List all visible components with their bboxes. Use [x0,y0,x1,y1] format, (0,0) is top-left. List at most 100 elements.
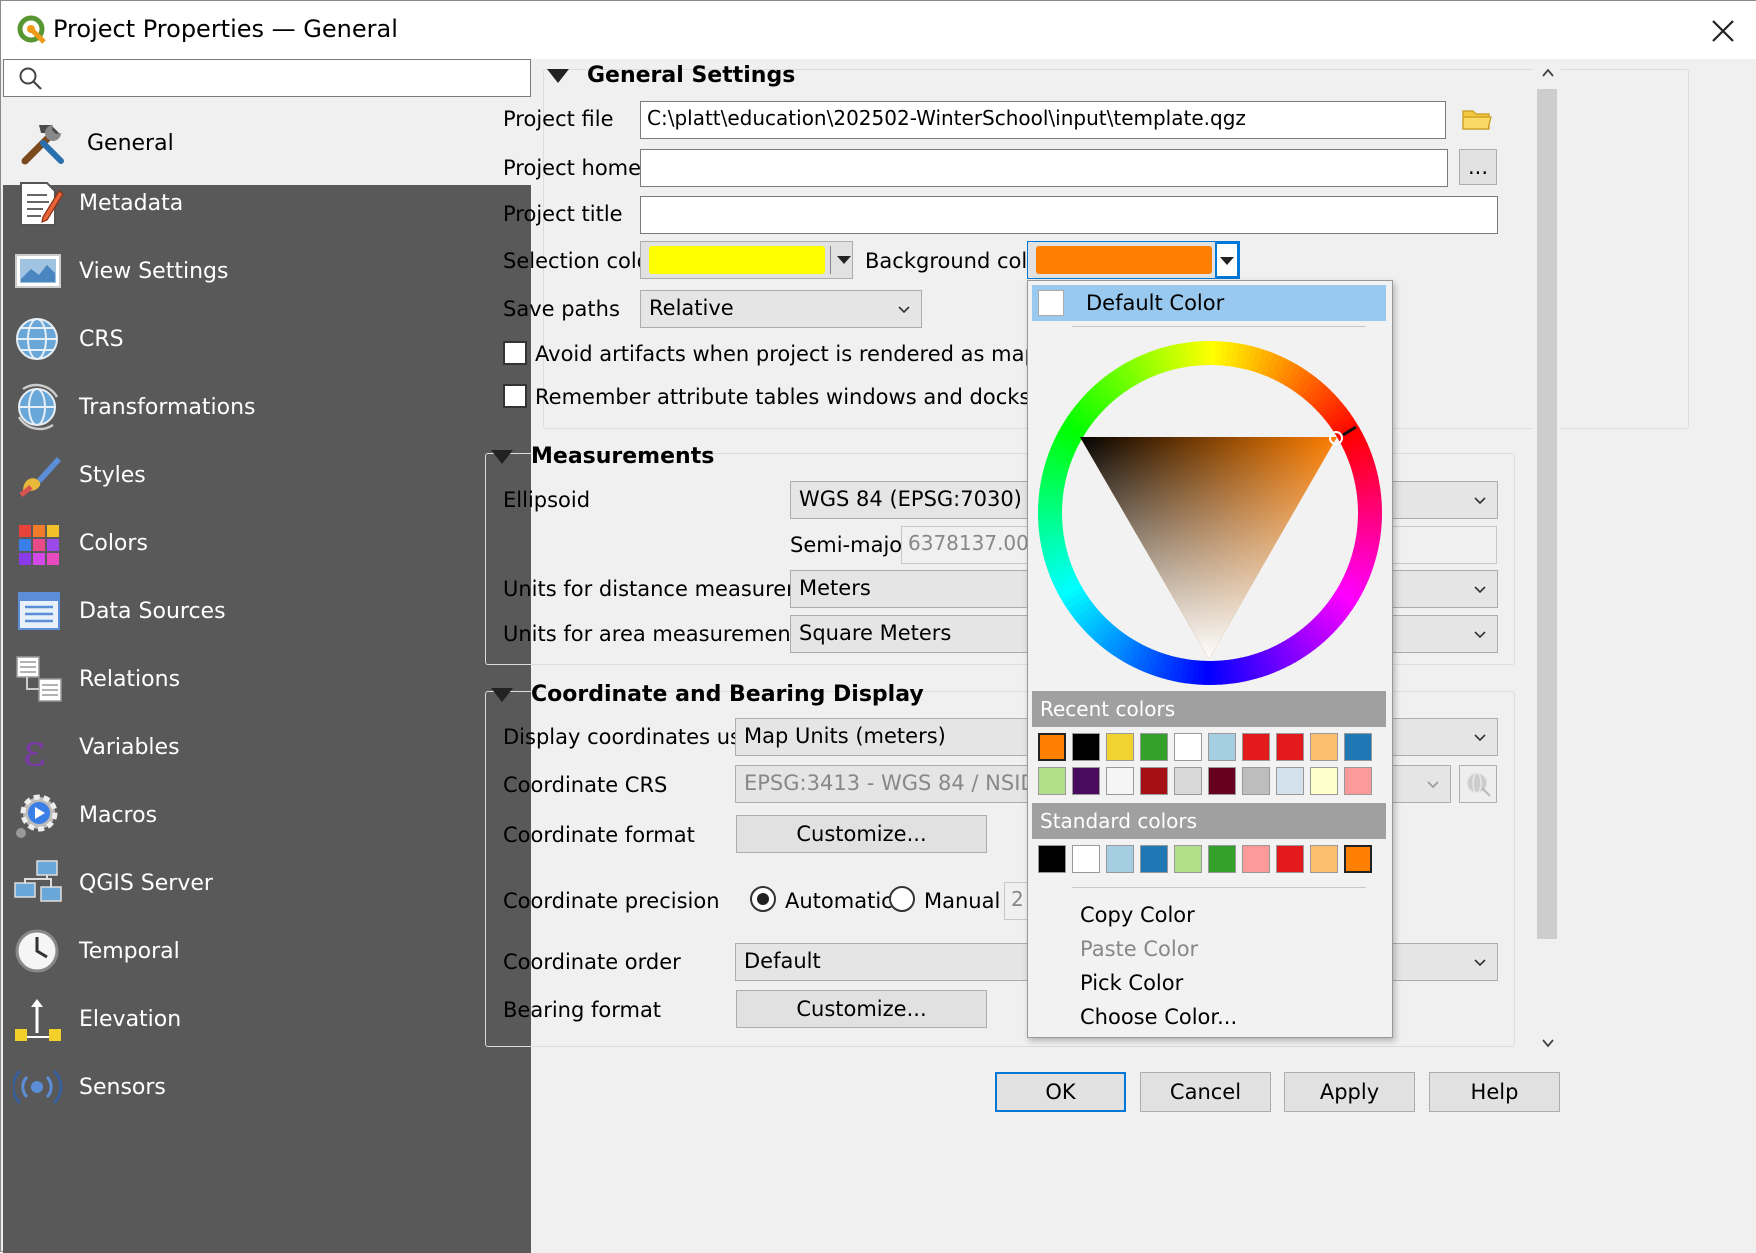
project-title-field[interactable] [640,196,1498,234]
color-swatch[interactable] [1106,767,1134,795]
precision-manual-radio[interactable] [889,886,915,912]
coordinate-format-label: Coordinate format [503,823,695,847]
sidebar-item-label: Temporal [79,938,180,964]
color-swatch[interactable] [1242,845,1270,873]
color-swatch[interactable] [1208,767,1236,795]
color-swatch[interactable] [1208,733,1236,761]
clock-icon [15,929,59,973]
precision-automatic-label: Automatic [785,889,893,913]
hammer-icon [21,125,64,165]
sidebar-item-label: Macros [79,802,158,828]
save-paths-select[interactable]: Relative [640,290,922,328]
choose-color-item[interactable]: Choose Color... [1080,1005,1237,1029]
collapse-triangle-icon [547,68,569,83]
coordinate-header[interactable]: Coordinate and Bearing Display [491,682,924,707]
folder-icon[interactable] [1461,105,1493,133]
cancel-button[interactable]: Cancel [1140,1072,1271,1112]
measurements-header[interactable]: Measurements [491,444,714,469]
search-box[interactable] [3,59,531,97]
color-swatch[interactable] [1038,733,1066,761]
default-color-item[interactable]: Default Color [1032,285,1386,321]
sidebar-item-label: View Settings [79,258,229,284]
color-swatch[interactable] [1276,733,1304,761]
color-wheel[interactable] [1038,341,1382,685]
remember-tables-checkbox[interactable] [503,384,527,408]
chevron-down-icon [1474,631,1486,639]
ok-button[interactable]: OK [995,1072,1126,1112]
sidebar-item-metadata[interactable]: Metadata [3,165,531,241]
close-icon[interactable] [1701,9,1745,53]
scroll-up-icon[interactable] [1541,67,1555,79]
background-color-dropdown-toggle[interactable] [1215,242,1239,278]
color-swatch[interactable] [1140,767,1168,795]
bearing-format-customize-button[interactable]: Customize... [736,990,987,1028]
search-input[interactable] [50,62,520,94]
color-swatch[interactable] [1174,767,1202,795]
background-color-button[interactable] [1027,241,1240,279]
sidebar-item-relations[interactable]: Relations [3,641,531,717]
pick-color-item[interactable]: Pick Color [1080,971,1183,995]
dropdown-arrow-icon [1220,257,1234,265]
sidebar-item-styles[interactable]: Styles [3,437,531,513]
sidebar-item-temporal[interactable]: Temporal [3,913,531,989]
save-paths-label: Save paths [503,297,620,321]
scroll-down-icon[interactable] [1541,1037,1555,1049]
coordinate-order-label: Coordinate order [503,950,681,974]
sidebar-item-view-settings[interactable]: View Settings [3,233,531,309]
sidebar-item-macros[interactable]: Macros [3,777,531,853]
sidebar-item-label: QGIS Server [79,870,213,896]
general-settings-header[interactable]: General Settings [547,63,795,88]
recent-colors-header: Recent colors [1032,691,1386,727]
vertical-scrollbar[interactable] [1533,59,1561,1059]
color-swatch[interactable] [1310,767,1338,795]
sidebar-item-data-sources[interactable]: Data Sources [3,573,531,649]
selection-color-button[interactable] [640,241,853,279]
color-swatch[interactable] [1140,733,1168,761]
help-button[interactable]: Help [1429,1072,1560,1112]
table-icon [18,592,60,630]
title-bar: Project Properties — General [1,1,1756,59]
color-swatch[interactable] [1106,733,1134,761]
color-swatch[interactable] [1344,733,1372,761]
color-swatch[interactable] [1072,845,1100,873]
color-swatch[interactable] [1276,767,1304,795]
color-swatch[interactable] [1140,845,1168,873]
sidebar-item-qgis-server[interactable]: QGIS Server [3,845,531,921]
color-swatch[interactable] [1344,767,1372,795]
sidebar-item-crs[interactable]: CRS [3,301,531,377]
color-swatch[interactable] [1174,733,1202,761]
color-swatch[interactable] [1106,845,1134,873]
color-swatch[interactable] [1276,845,1304,873]
color-swatch[interactable] [1174,845,1202,873]
color-swatch[interactable] [1072,767,1100,795]
precision-automatic-radio[interactable] [750,886,776,912]
background-color-label: Background color [865,249,1049,273]
color-swatch[interactable] [1242,733,1270,761]
sidebar-item-elevation[interactable]: Elevation [3,981,531,1057]
sidebar-item-sensors[interactable]: Sensors [3,1049,531,1125]
coordinate-format-customize-button[interactable]: Customize... [736,815,987,853]
copy-color-item[interactable]: Copy Color [1080,903,1195,927]
default-color-swatch [1038,290,1064,316]
sidebar-item-colors[interactable]: Colors [3,505,531,581]
color-swatch[interactable] [1038,845,1066,873]
browse-home-button[interactable]: ... [1459,149,1497,185]
avoid-artifacts-checkbox[interactable] [503,341,527,365]
globe-transform-icon [17,383,59,431]
scrollbar-thumb[interactable] [1537,89,1557,939]
standard-colors-header: Standard colors [1032,803,1386,839]
project-file-field[interactable]: C:\platt\education\202502-WinterSchool\i… [640,101,1446,139]
apply-button[interactable]: Apply [1284,1072,1415,1112]
sidebar-item-variables[interactable]: ε Variables [3,709,531,785]
color-swatch[interactable] [1344,845,1372,873]
search-icon [19,67,42,90]
color-swatch[interactable] [1242,767,1270,795]
color-swatch[interactable] [1310,733,1338,761]
color-swatch[interactable] [1208,845,1236,873]
project-home-field[interactable] [640,149,1448,187]
server-icon [14,860,62,902]
color-swatch[interactable] [1072,733,1100,761]
color-swatch[interactable] [1038,767,1066,795]
color-swatch[interactable] [1310,845,1338,873]
sidebar-item-transformations[interactable]: Transformations [3,369,531,445]
